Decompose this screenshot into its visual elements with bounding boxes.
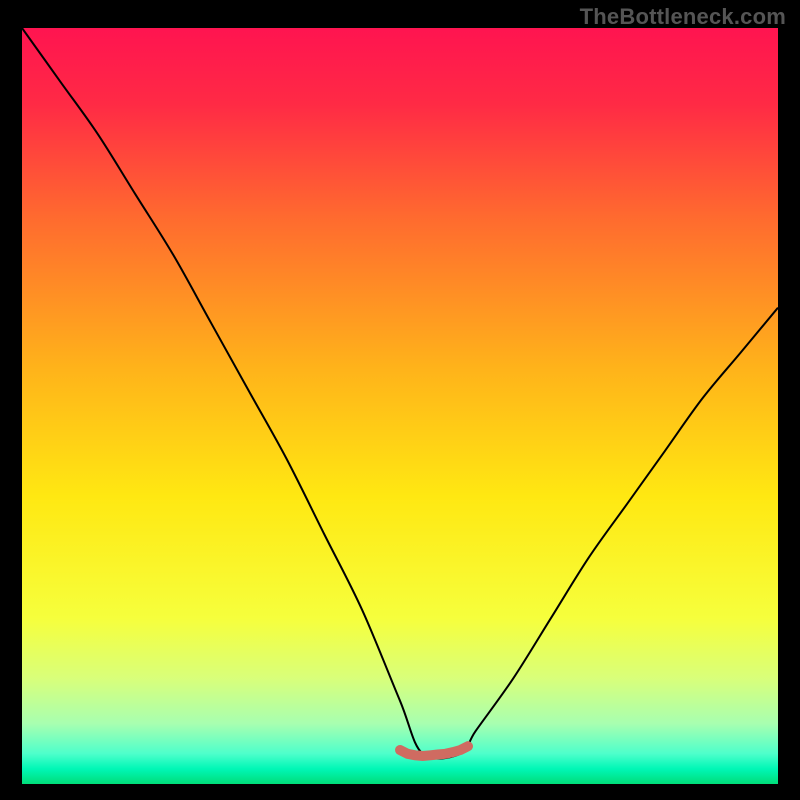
plot-area <box>22 28 778 784</box>
gradient-background <box>22 28 778 784</box>
plot-svg <box>22 28 778 784</box>
chart-frame: TheBottleneck.com <box>0 0 800 800</box>
watermark-text: TheBottleneck.com <box>580 4 786 30</box>
